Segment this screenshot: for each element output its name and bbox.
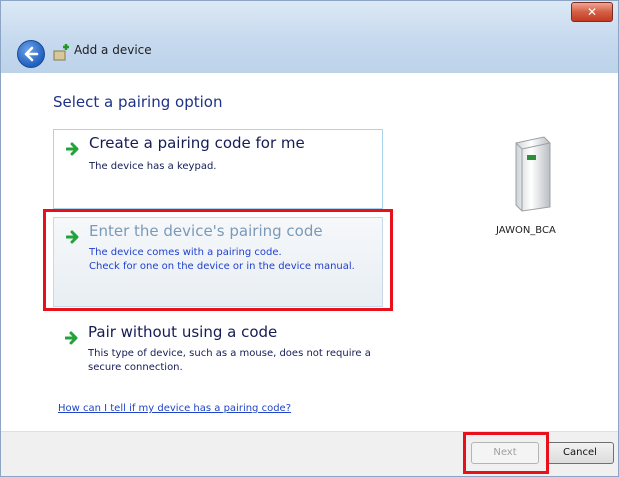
highlight-frame-option	[43, 209, 393, 311]
option-pair-without-code[interactable]: Pair without using a code This type of d…	[53, 319, 381, 379]
highlight-frame-next	[463, 432, 549, 474]
back-arrow-icon	[24, 46, 39, 62]
option-title: Pair without using a code	[88, 323, 278, 341]
page-heading: Select a pairing option	[53, 93, 223, 111]
add-device-icon	[53, 44, 69, 61]
window-title: Add a device	[74, 43, 152, 57]
option-description-line: secure connection.	[88, 362, 183, 373]
option-description: This type of device, such as a mouse, do…	[88, 347, 371, 375]
green-arrow-icon	[65, 331, 78, 345]
back-button[interactable]	[17, 40, 45, 68]
close-button[interactable]: ✕	[571, 2, 613, 22]
add-device-window: ✕ Add a device Select a pairing option C…	[0, 0, 619, 477]
cancel-button[interactable]: Cancel	[546, 442, 614, 464]
help-link[interactable]: How can I tell if my device has a pairin…	[58, 403, 291, 414]
computer-tower-icon	[515, 136, 551, 212]
option-description-line: This type of device, such as a mouse, do…	[88, 348, 371, 359]
option-create-pairing-code[interactable]: Create a pairing code for me The device …	[53, 129, 383, 209]
option-description: The device has a keypad.	[89, 160, 216, 174]
device-name: JAWON_BCA	[496, 225, 556, 236]
option-title: Create a pairing code for me	[89, 134, 305, 152]
title-bar	[1, 1, 618, 73]
option-description-line: The device has a keypad.	[89, 161, 217, 172]
green-arrow-icon	[66, 142, 79, 156]
